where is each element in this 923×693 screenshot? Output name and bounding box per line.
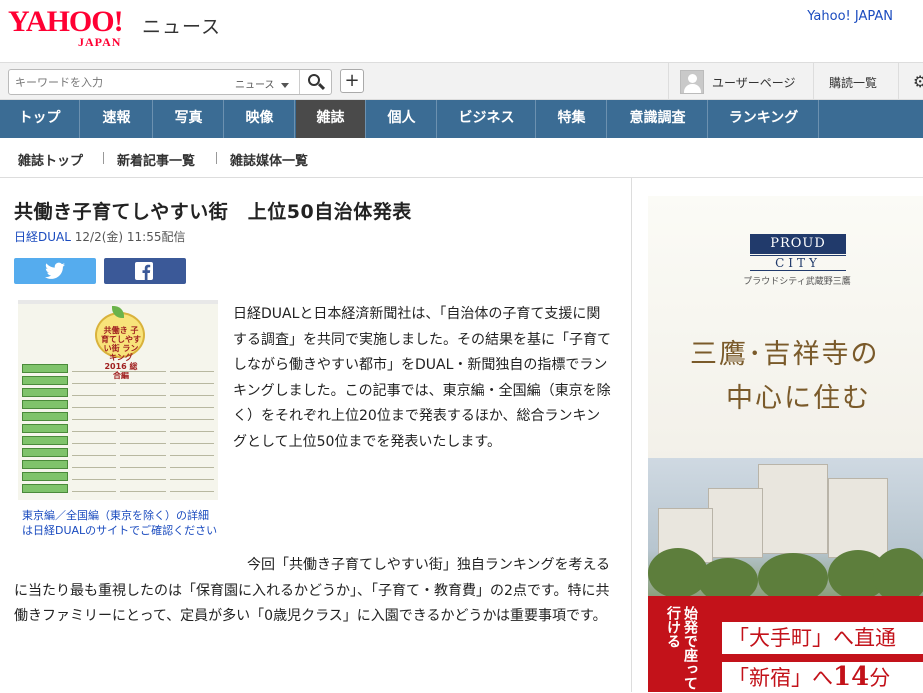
twitter-share-button[interactable] (14, 258, 96, 284)
ranking-medal: 共働き 子育てしやすい街 ランキング2016 総合編 (95, 306, 145, 380)
tab-top[interactable]: トップ (0, 100, 80, 138)
subnav-new-articles[interactable]: 新着記事一覧 (117, 150, 195, 169)
photo-caption-link[interactable]: 東京編／全国編（東京を除く）の詳細は日経DUALのサイトでご確認ください (22, 508, 218, 538)
user-avatar-icon[interactable] (680, 70, 704, 94)
gear-icon[interactable]: ⚙ (913, 72, 923, 91)
divider (898, 62, 899, 100)
ad-shinjuku-unit: 分 (869, 666, 891, 690)
subnav-magazine-top[interactable]: 雑誌トップ (18, 150, 83, 169)
ad-brand: PROUD (750, 234, 846, 254)
tab-breaking[interactable]: 速報 (81, 100, 153, 138)
user-page-link[interactable]: ユーザーページ (712, 74, 796, 91)
tab-photo[interactable]: 写真 (154, 100, 224, 138)
facebook-icon (135, 262, 153, 280)
search-input[interactable] (15, 73, 225, 91)
logo-text: YAHOO! (8, 5, 124, 38)
twitter-icon (45, 262, 65, 279)
subnav-magazine-list[interactable]: 雑誌媒体一覧 (230, 150, 308, 169)
yahoo-japan-link[interactable]: Yahoo! JAPAN (807, 9, 893, 24)
logo-sub: JAPAN (78, 35, 122, 49)
article-paragraph-2: 今回「共働き子育てしやすい街」独自ランキングを考えるに当たり最も重視したのは「保… (14, 557, 611, 624)
search-box: ニュース (8, 69, 332, 95)
search-scope-label: ニュース (235, 80, 275, 91)
article-date: 12/2(金) 11:55配信 (74, 230, 186, 244)
advertisement-banner[interactable]: PROUD CITY プラウドシティ武蔵野三鷹 三鷹･吉祥寺の 中心に住む 始発… (648, 196, 923, 692)
article-title: 共働き子育てしやすい街 上位50自治体発表 (14, 201, 412, 223)
ad-brand-city: CITY (750, 255, 846, 271)
divider (668, 62, 669, 100)
article-source-link[interactable]: 日経DUAL (14, 230, 71, 244)
sub-nav: 雑誌トップ 新着記事一覧 雑誌媒体一覧 (0, 138, 923, 178)
main-nav: トップ 速報 写真 映像 雑誌 個人 ビジネス 特集 意識調査 ランキング (0, 100, 923, 138)
search-button[interactable] (299, 70, 331, 94)
ad-shinjuku-text: 「新宿」へ14分 (722, 662, 923, 692)
tab-feature[interactable]: 特集 (537, 100, 607, 138)
tab-business[interactable]: ビジネス (438, 100, 536, 138)
top-header: YAHOO! JAPAN ニュース Yahoo! JAPAN (0, 0, 923, 62)
ad-shinjuku-prefix: 「新宿」へ (728, 666, 833, 690)
article-meta: 日経DUAL 12/2(金) 11:55配信 (14, 228, 185, 245)
chevron-down-icon (280, 82, 289, 88)
ranking-table-image (22, 364, 214, 494)
facebook-share-button[interactable] (104, 258, 186, 284)
tab-survey[interactable]: 意識調査 (608, 100, 708, 138)
tab-individual[interactable]: 個人 (367, 100, 437, 138)
ad-headline-1: 三鷹･吉祥寺の (690, 339, 880, 370)
divider (813, 62, 814, 100)
ad-property-name: プラウドシティ武蔵野三鷹 (743, 277, 851, 287)
ad-otemachi-text: 「大手町」へ直通 (722, 622, 923, 654)
tab-ranking[interactable]: ランキング (709, 100, 819, 138)
subscription-list-link[interactable]: 購読一覧 (829, 74, 877, 91)
ad-headline-2: 中心に住む (726, 383, 871, 414)
service-name[interactable]: ニュース (142, 12, 221, 39)
divider (216, 152, 217, 164)
article-photo[interactable]: 共働き 子育てしやすい街 ランキング2016 総合編 (18, 300, 218, 500)
article-main: 共働き子育てしやすい街 上位50自治体発表 日経DUAL 12/2(金) 11:… (0, 178, 632, 692)
article-paragraph-1: 日経DUALと日本経済新聞社は、「自治体の子育て支援に関する調査」を共同で実施し… (233, 306, 611, 450)
ad-vertical-text: 始発で座って行ける (665, 606, 698, 690)
tab-video[interactable]: 映像 (225, 100, 295, 138)
ad-building-image (648, 458, 923, 612)
add-button[interactable]: + (340, 69, 364, 93)
ad-shinjuku-num: 14 (833, 662, 870, 692)
search-scope-select[interactable]: ニュース (235, 76, 289, 91)
yahoo-logo[interactable]: YAHOO! JAPAN (8, 6, 140, 50)
tab-magazine[interactable]: 雑誌 (296, 100, 366, 138)
divider (103, 152, 104, 164)
